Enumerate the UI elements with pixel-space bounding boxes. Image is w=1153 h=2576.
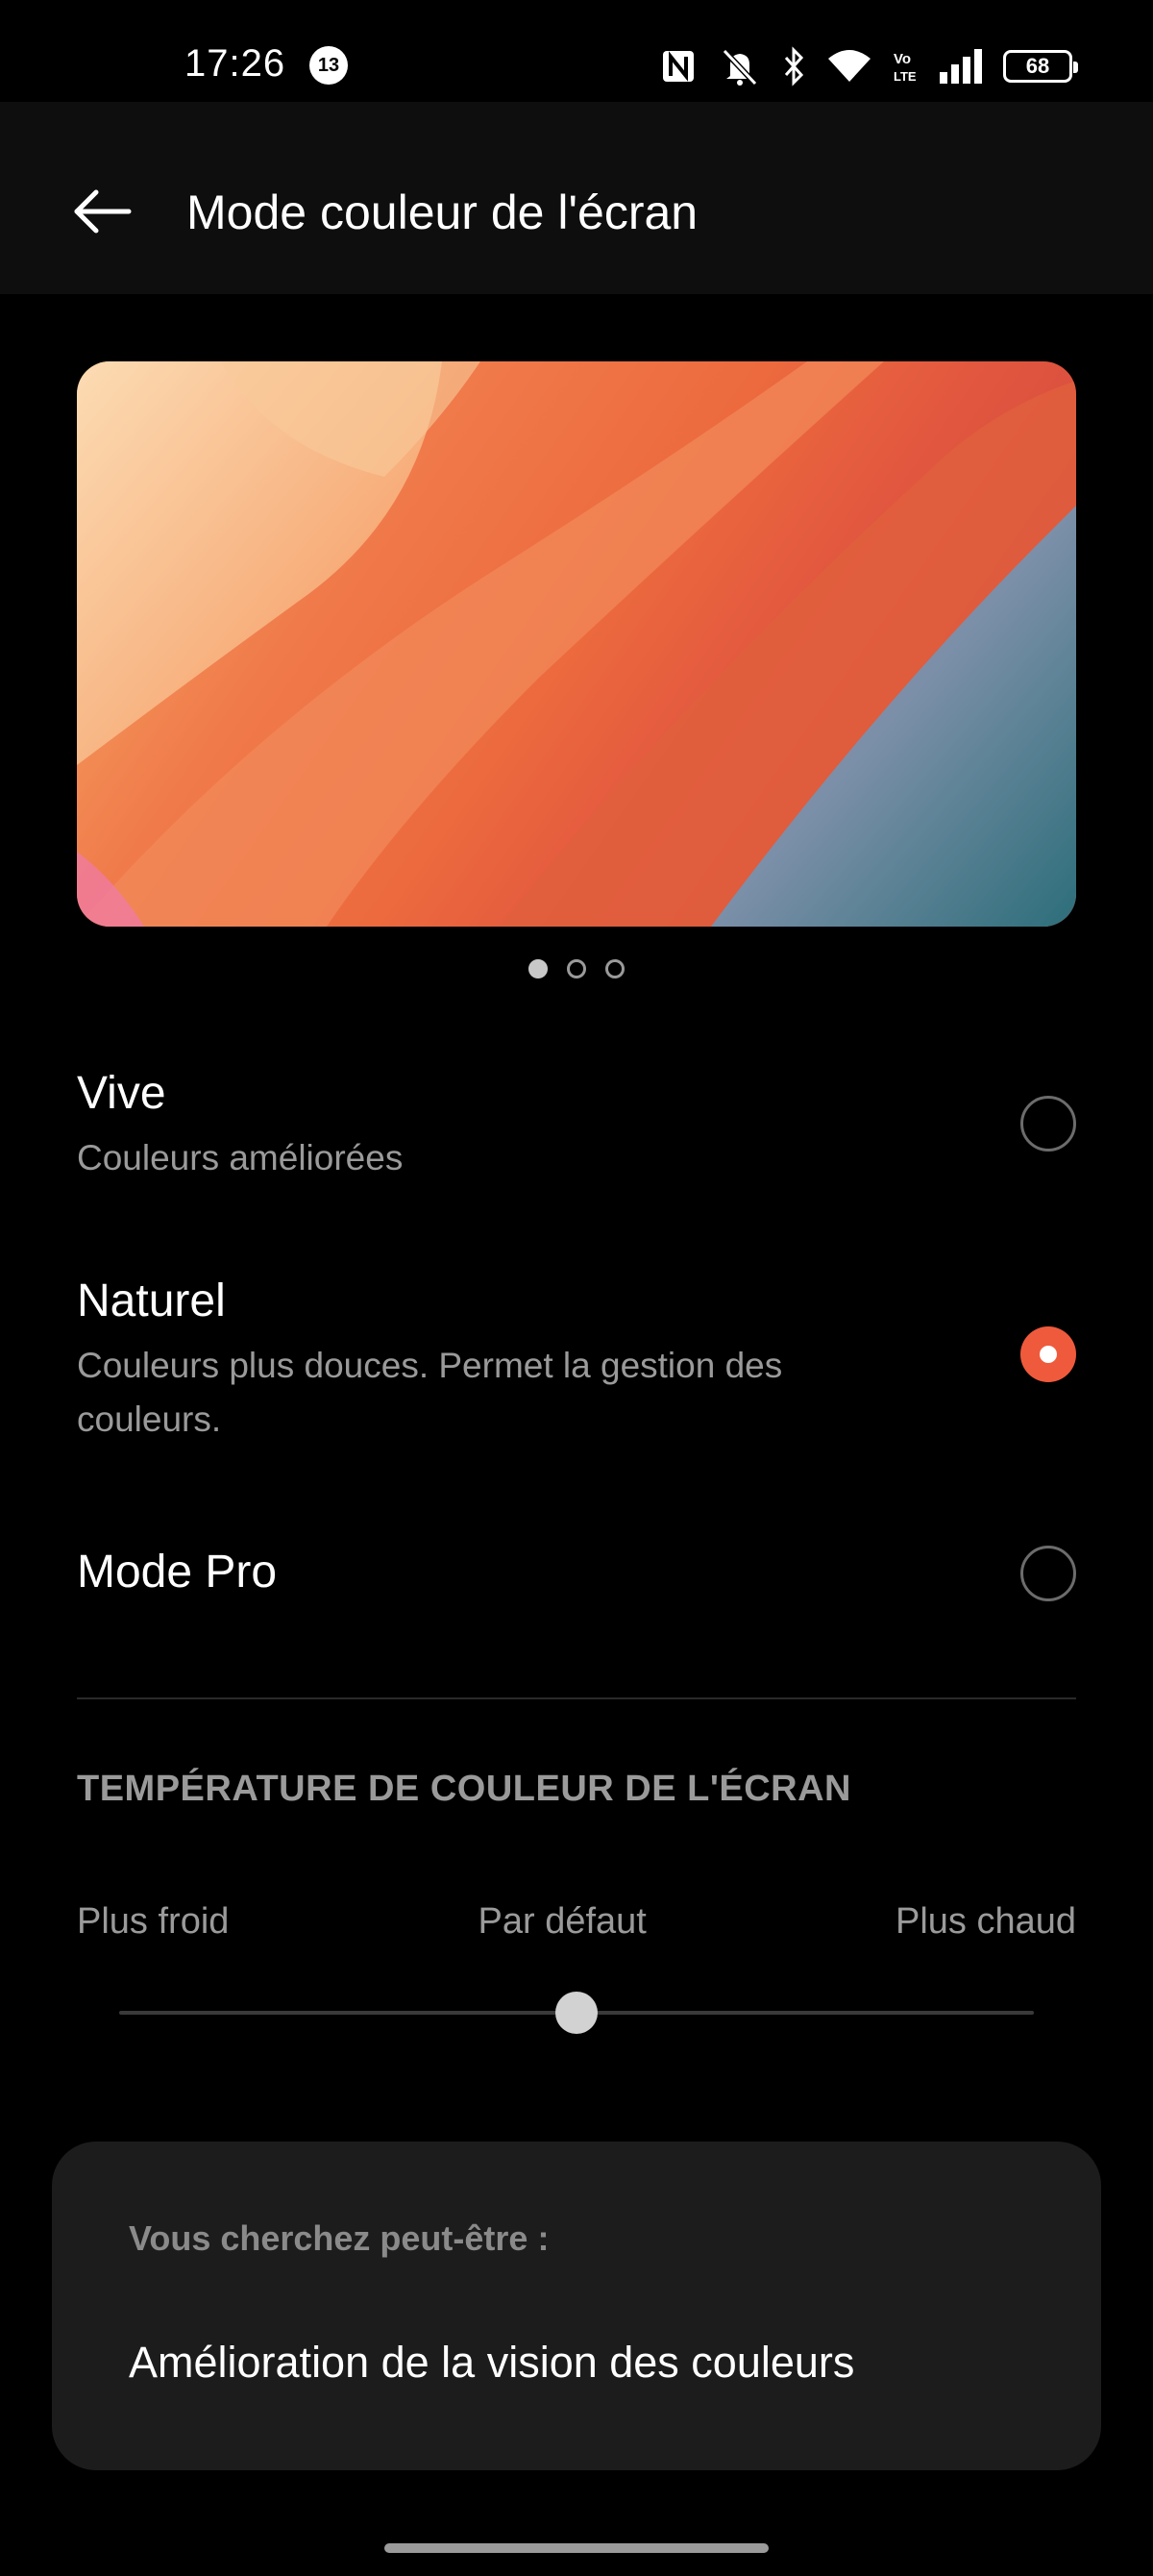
divider bbox=[77, 1697, 1076, 1699]
option-subtitle: Couleurs améliorées bbox=[77, 1138, 404, 1177]
pager-dot-3[interactable] bbox=[605, 959, 625, 978]
nfc-icon bbox=[659, 47, 698, 86]
suggestion-link[interactable]: Amélioration de la vision des couleurs bbox=[129, 2338, 854, 2388]
suggestion-card: Vous cherchez peut-être : Amélioration d… bbox=[52, 2142, 1101, 2470]
bluetooth-icon bbox=[782, 46, 807, 87]
pager-dots bbox=[0, 955, 1153, 982]
temperature-labels: Plus froid Par défaut Plus chaud bbox=[77, 1901, 1076, 1943]
arrow-left-icon bbox=[74, 189, 132, 234]
radio-naturel[interactable] bbox=[1020, 1326, 1076, 1382]
label-warm: Plus chaud bbox=[895, 1901, 1076, 1942]
status-icons: Vo LTE 68 bbox=[659, 42, 1078, 90]
option-mode-pro[interactable]: Mode Pro bbox=[77, 1546, 1076, 1622]
status-time: 17:26 bbox=[184, 42, 286, 85]
label-cold: Plus froid bbox=[77, 1901, 230, 1942]
battery-icon: 68 bbox=[1003, 50, 1078, 83]
radio-vive[interactable] bbox=[1020, 1096, 1076, 1152]
status-bar: 17:26 13 Vo LTE 68 bbox=[0, 0, 1153, 102]
option-naturel[interactable]: Naturel Couleurs plus douces. Permet la … bbox=[77, 1275, 1076, 1467]
page-title: Mode couleur de l'écran bbox=[186, 186, 699, 239]
mute-icon bbox=[717, 45, 763, 87]
option-title: Mode Pro bbox=[77, 1547, 278, 1598]
svg-text:Vo: Vo bbox=[894, 51, 911, 67]
volte-icon: Vo LTE bbox=[892, 47, 919, 86]
home-indicator[interactable] bbox=[384, 2543, 769, 2553]
pager-dot-2[interactable] bbox=[567, 959, 586, 978]
option-title: Naturel bbox=[77, 1276, 226, 1326]
svg-text:LTE: LTE bbox=[894, 69, 917, 84]
notification-count-badge: 13 bbox=[309, 46, 348, 85]
color-preview-image[interactable] bbox=[77, 361, 1076, 927]
color-temperature-slider[interactable] bbox=[119, 1992, 1034, 2034]
option-vive[interactable]: Vive Couleurs améliorées bbox=[77, 1067, 1076, 1201]
suggestion-heading: Vous cherchez peut-être : bbox=[129, 2218, 550, 2258]
radio-mode-pro[interactable] bbox=[1020, 1546, 1076, 1601]
option-title: Vive bbox=[77, 1068, 166, 1119]
option-subtitle: Couleurs plus douces. Permet la gestion … bbox=[77, 1346, 783, 1439]
wifi-icon bbox=[826, 47, 872, 86]
signal-icon bbox=[938, 47, 984, 86]
temperature-section-header: TEMPÉRATURE DE COULEUR DE L'ÉCRAN bbox=[77, 1769, 851, 1809]
back-button[interactable] bbox=[67, 177, 136, 246]
slider-thumb[interactable] bbox=[555, 1992, 598, 2034]
pager-dot-1[interactable] bbox=[528, 959, 548, 978]
screen: 17:26 13 Vo LTE 68 Mode couleur de l'écr… bbox=[0, 0, 1153, 2576]
label-default: Par défaut bbox=[478, 1901, 647, 1942]
